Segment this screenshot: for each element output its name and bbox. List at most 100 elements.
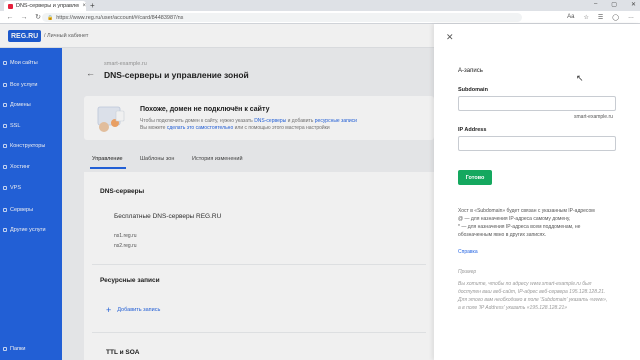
hosting-icon bbox=[3, 165, 7, 169]
self-setup-link[interactable]: сделать это самостоятельно bbox=[167, 125, 233, 131]
page-title: DNS-серверы и управление зоной bbox=[104, 70, 249, 80]
new-tab-icon[interactable]: + bbox=[90, 1, 95, 10]
records-heading: Ресурсные записи bbox=[100, 277, 160, 284]
active-tab-indicator bbox=[90, 167, 126, 169]
forward-nav-icon[interactable]: → bbox=[20, 14, 28, 21]
dns-card: DNS-серверы Бесплатные DNS-серверы REG.R… bbox=[84, 172, 434, 360]
sidebar-item-servers[interactable]: Серверы bbox=[0, 203, 62, 217]
sidebar-item-ssl[interactable]: SSL bbox=[0, 119, 62, 133]
cabinet-label[interactable]: / Личный кабинет bbox=[44, 33, 88, 39]
reload-icon[interactable]: ↻ bbox=[34, 13, 42, 21]
alert-text-part: Вы можете bbox=[140, 125, 167, 131]
example-title: Пример bbox=[458, 269, 477, 275]
ns-server: ns1.reg.ru bbox=[114, 233, 137, 239]
sidebar-item-other[interactable]: Другие услуги bbox=[0, 223, 62, 237]
window-controls: – ▢ ✕ bbox=[594, 1, 636, 8]
back-nav-icon[interactable]: ← bbox=[6, 14, 14, 21]
favorites-icon[interactable]: ☰ bbox=[598, 14, 603, 21]
sidebar-item-label: Мои сайты bbox=[10, 60, 38, 66]
close-icon[interactable]: ✕ bbox=[446, 32, 454, 43]
sidebar-item-label: Хостинг bbox=[10, 164, 31, 170]
menu-icon[interactable]: … bbox=[628, 14, 634, 21]
browser-tab[interactable]: DNS-серверы и управление зо × bbox=[4, 1, 86, 11]
add-record-button[interactable]: + Добавить запись bbox=[106, 305, 160, 315]
sidebar-item-builders[interactable]: Конструкторы bbox=[0, 139, 62, 153]
tab-management[interactable]: Управление bbox=[92, 156, 123, 162]
dns-free-label: Бесплатные DNS-серверы REG.RU bbox=[114, 213, 222, 220]
ip-label: IP Address bbox=[458, 127, 487, 133]
dns-servers-link[interactable]: DNS-серверы bbox=[254, 118, 286, 124]
builder-icon bbox=[3, 144, 7, 148]
illustration-icon bbox=[97, 106, 125, 132]
star-icon[interactable]: ☆ bbox=[584, 14, 589, 21]
lock-icon: 🔒 bbox=[47, 14, 54, 21]
browser-tab-bar: DNS-серверы и управление зо × + – ▢ ✕ bbox=[0, 0, 640, 11]
sidebar-item-services[interactable]: Все услуги bbox=[0, 78, 62, 92]
example-text: а в поле 'IP Address' указать «195.128.1… bbox=[458, 305, 568, 311]
example-text: доступен ваш веб-сайт, IP-адрес веб-серв… bbox=[458, 289, 606, 295]
server-icon bbox=[3, 186, 7, 190]
alert-text-part: и добавить bbox=[286, 118, 315, 124]
back-arrow-icon[interactable]: ← bbox=[86, 68, 95, 78]
sidebar-item-label: Домены bbox=[10, 102, 31, 108]
help-text: @ — для назначения IP-адреса самому доме… bbox=[458, 216, 571, 222]
help-text: * — для назначения IP-адреса всем поддом… bbox=[458, 224, 581, 230]
sidebar-item-label: Все услуги bbox=[10, 82, 38, 88]
panel-title: А-запись bbox=[458, 68, 483, 74]
subdomain-input[interactable] bbox=[458, 96, 616, 111]
sidebar-item-sites[interactable]: Мои сайты bbox=[0, 56, 62, 70]
cursor-icon: ↖ bbox=[576, 73, 584, 83]
alert-text-part: Чтобы подключить домен к сайту, нужно ук… bbox=[140, 118, 255, 124]
reader-icon[interactable]: Aa bbox=[567, 14, 574, 21]
address-toolbar: ← → ↻ 🔒 https://www.reg.ru/user/account/… bbox=[0, 11, 640, 24]
sidebar-item-label: SSL bbox=[10, 123, 21, 129]
sidebar-item-label: VPS bbox=[10, 185, 22, 191]
example-text: Вы хотите, чтобы по адресу www.smart-exa… bbox=[458, 281, 592, 287]
sidebar-item-label: Папки bbox=[10, 346, 26, 352]
alert-text-part: или с помощью этого мастера настройки bbox=[233, 125, 330, 131]
logo[interactable]: REG.RU bbox=[8, 30, 42, 42]
logo-text: REG.RU bbox=[11, 32, 39, 40]
more-icon bbox=[3, 228, 7, 232]
sidebar-item-hosting[interactable]: Хостинг bbox=[0, 160, 62, 174]
subdomain-label: Subdomain bbox=[458, 87, 488, 93]
sidebar-item-folders[interactable]: Папки bbox=[0, 342, 62, 356]
divider bbox=[92, 332, 426, 333]
alert-text: Чтобы подключить домен к сайту, нужно ук… bbox=[140, 118, 357, 124]
sidebar: Мои сайты Все услуги Домены SSL Конструк… bbox=[0, 48, 62, 360]
ttl-heading: TTL и SOA bbox=[106, 349, 140, 356]
servers-icon bbox=[3, 208, 7, 212]
lock-icon bbox=[3, 124, 7, 128]
profile-icon[interactable]: ◯ bbox=[612, 14, 619, 21]
grid-icon bbox=[3, 83, 7, 87]
maximize-icon[interactable]: ▢ bbox=[611, 1, 617, 8]
sidebar-item-vps[interactable]: VPS bbox=[0, 181, 62, 195]
minimize-icon[interactable]: – bbox=[594, 1, 597, 8]
browser-tools: Aa ☆ ☰ ◯ … bbox=[567, 14, 634, 21]
subdomain-suffix: smart-example.ru bbox=[574, 114, 613, 120]
resource-records-link[interactable]: ресурсные записи bbox=[315, 118, 357, 124]
sidebar-item-label: Конструкторы bbox=[10, 143, 46, 149]
dns-heading: DNS-серверы bbox=[100, 188, 145, 195]
sidebar-item-label: Серверы bbox=[10, 207, 34, 213]
tab-title: DNS-серверы и управление зо bbox=[15, 3, 80, 9]
alert-banner: Похоже, домен не подключён к сайту Чтобы… bbox=[84, 96, 434, 140]
alert-text: Вы можете сделать это самостоятельно или… bbox=[140, 125, 330, 131]
sidebar-item-label: Другие услуги bbox=[10, 227, 46, 233]
ip-address-input[interactable] bbox=[458, 136, 616, 151]
submit-button[interactable]: Готово bbox=[458, 170, 492, 185]
tab-zone-templates[interactable]: Шаблоны зон bbox=[140, 156, 174, 162]
tab-close-icon[interactable]: × bbox=[82, 3, 86, 9]
url-bar[interactable]: 🔒 https://www.reg.ru/user/account/#/card… bbox=[42, 13, 522, 22]
domain-name: smart-example.ru bbox=[104, 61, 147, 67]
url-text: https://www.reg.ru/user/account/#/card/8… bbox=[56, 14, 184, 21]
help-text: обозначенным явно в других записях. bbox=[458, 232, 547, 238]
tab-history[interactable]: История изменений bbox=[192, 156, 243, 162]
ns-server: ns2.reg.ru bbox=[114, 243, 137, 249]
a-record-panel: ✕ А-запись ↖ Subdomain smart-example.ru … bbox=[434, 24, 640, 360]
sidebar-item-domains[interactable]: Домены bbox=[0, 98, 62, 112]
close-window-icon[interactable]: ✕ bbox=[631, 1, 636, 8]
help-link[interactable]: Справка bbox=[458, 249, 478, 255]
alert-title: Похоже, домен не подключён к сайту bbox=[140, 106, 270, 113]
tabs: Управление Шаблоны зон История изменений bbox=[84, 152, 434, 169]
